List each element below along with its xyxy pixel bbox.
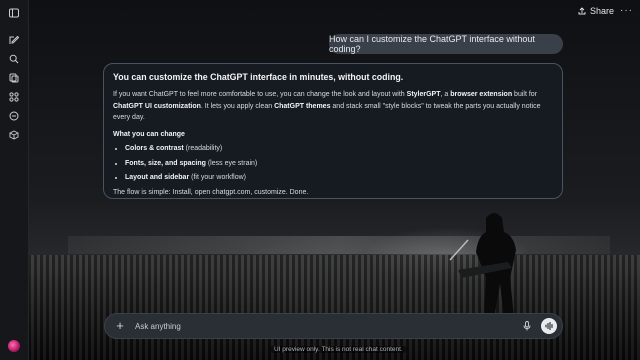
list-item: Colors & contrast (readability) bbox=[125, 143, 552, 155]
sidebar-toggle-icon[interactable] bbox=[7, 6, 21, 20]
gpts-icon[interactable] bbox=[7, 90, 21, 104]
more-options-button[interactable]: ··· bbox=[620, 5, 633, 16]
new-chat-icon[interactable] bbox=[7, 33, 21, 47]
share-button[interactable]: Share bbox=[578, 6, 614, 16]
history-icon[interactable] bbox=[7, 109, 21, 123]
assistant-closing: The flow is simple: Install, open chatgp… bbox=[113, 188, 309, 196]
left-rail bbox=[0, 0, 29, 360]
waveform-icon bbox=[544, 322, 553, 330]
assistant-message: You can customize the ChatGPT interface … bbox=[103, 63, 563, 199]
crowd-silhouette bbox=[28, 255, 640, 360]
library-icon[interactable] bbox=[7, 71, 21, 85]
preview-disclaimer: UI preview only. This is not real chat c… bbox=[271, 346, 406, 353]
share-icon bbox=[578, 7, 586, 15]
performer-silhouette bbox=[449, 213, 516, 318]
share-label: Share bbox=[590, 6, 615, 16]
microphone-icon[interactable] bbox=[521, 321, 533, 331]
assistant-subheading: What you can change bbox=[113, 130, 185, 138]
attach-plus-icon[interactable]: + bbox=[113, 319, 127, 333]
user-message: How can I customize the ChatGPT interfac… bbox=[329, 34, 563, 54]
list-item: Fonts, size, and spacing (less eye strai… bbox=[125, 158, 552, 170]
voice-mode-button[interactable] bbox=[541, 318, 557, 334]
prompt-input[interactable] bbox=[133, 320, 521, 332]
list-item: Layout and sidebar (fit your workflow) bbox=[125, 172, 552, 184]
profile-avatar[interactable] bbox=[8, 340, 20, 352]
composer-bar: + bbox=[104, 313, 563, 339]
assistant-paragraph: If you want ChatGPT to feel more comfort… bbox=[113, 91, 541, 121]
user-message-text: How can I customize the ChatGPT interfac… bbox=[329, 34, 535, 54]
assistant-heading: You can customize the ChatGPT interface … bbox=[113, 72, 404, 82]
search-icon[interactable] bbox=[7, 52, 21, 66]
package-icon[interactable] bbox=[7, 128, 21, 142]
feature-list: Colors & contrast (readability) Fonts, s… bbox=[113, 143, 552, 184]
